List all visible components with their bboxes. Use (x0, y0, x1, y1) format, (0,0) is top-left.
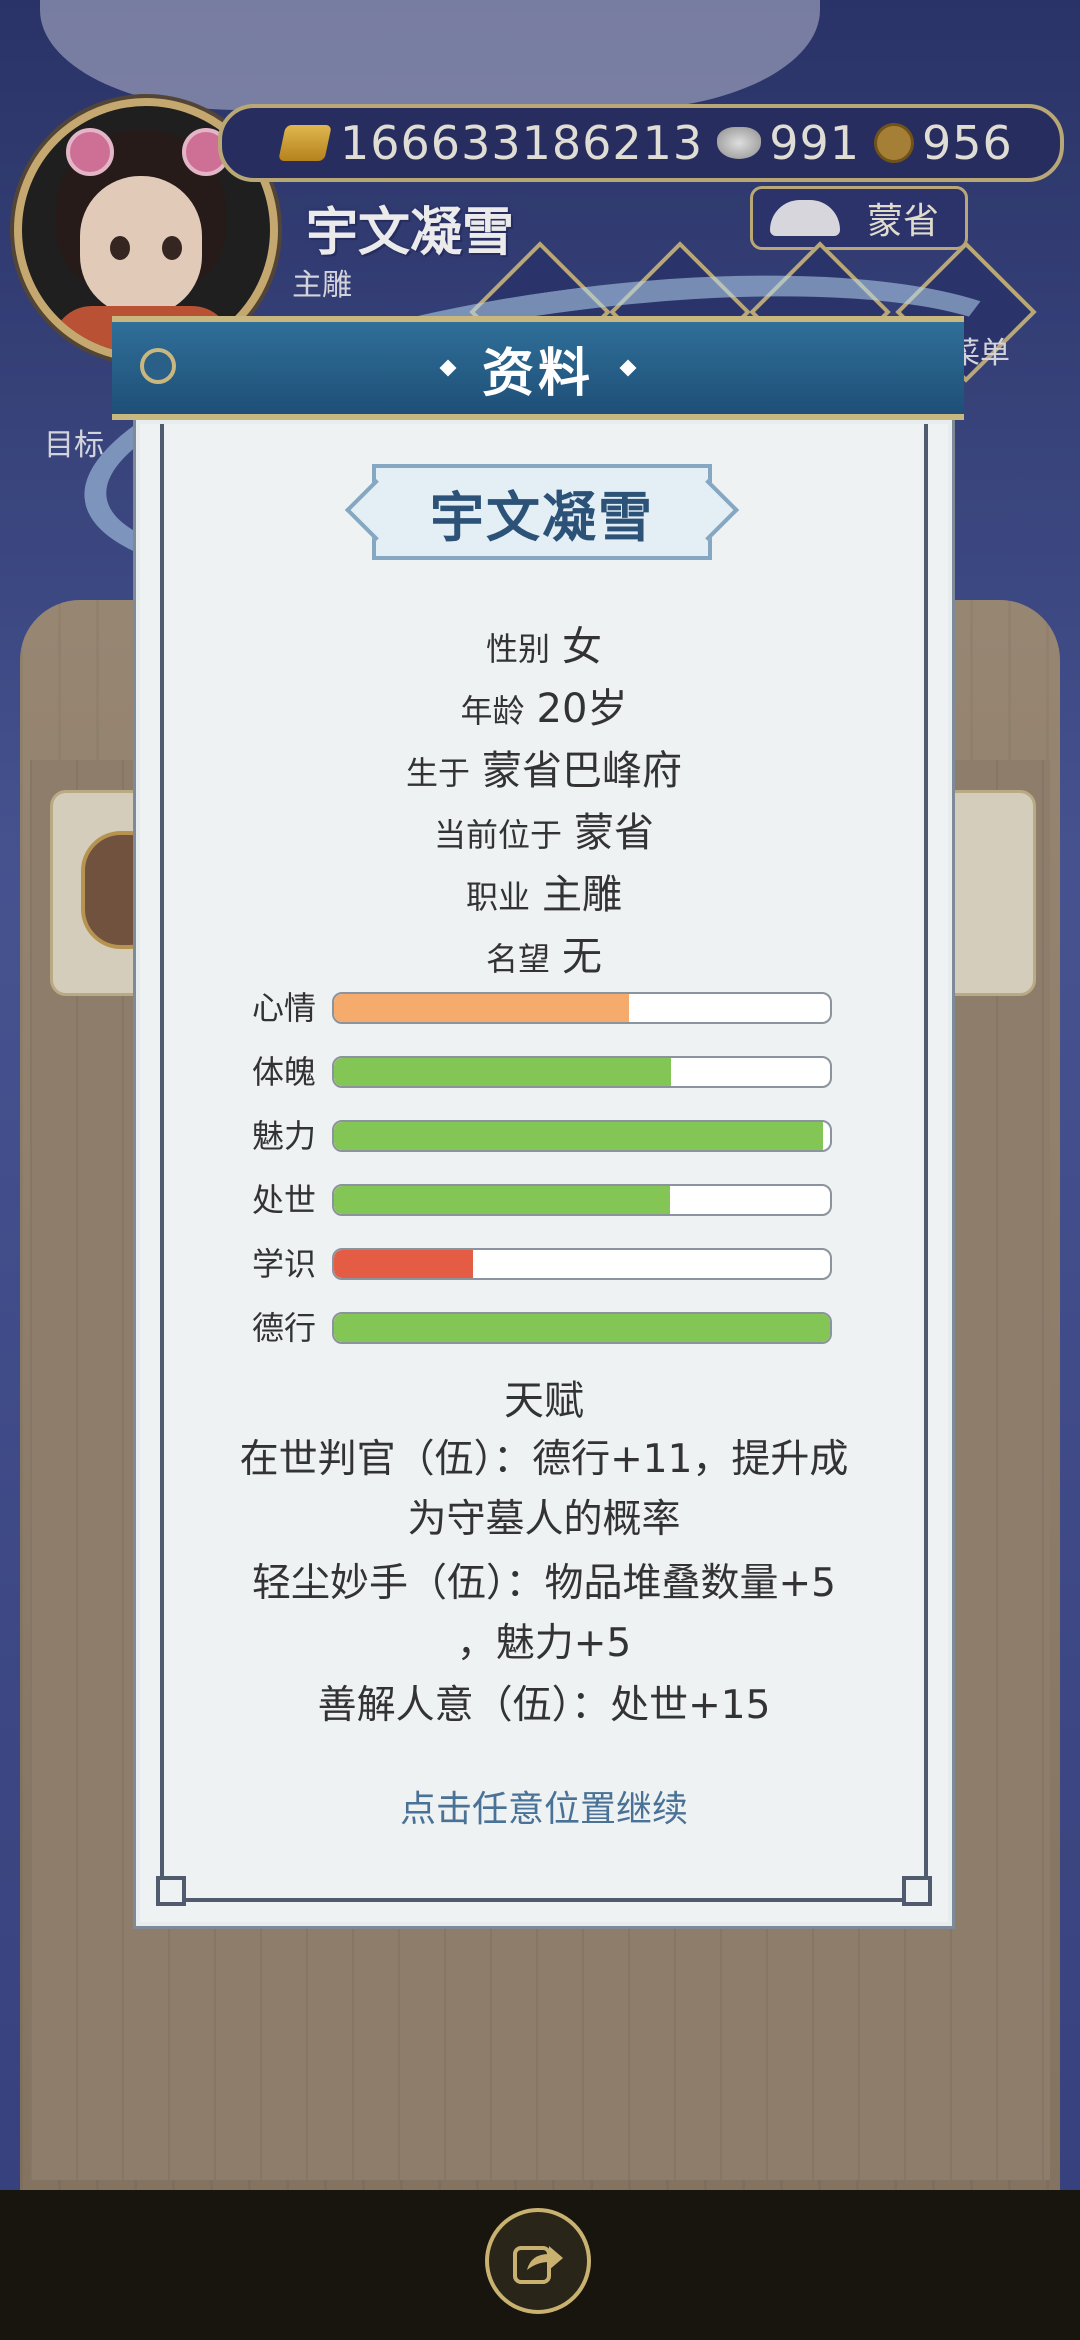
info-birthplace: 生于 蒙省巴峰府 (140, 738, 948, 796)
info-panel[interactable]: 宇文凝雪 性别女 年龄 20岁 生于 蒙省巴峰府 当前位于 蒙省 职业 主雕 名望无 心… (136, 420, 952, 1926)
info-gender: 性别女 (140, 614, 948, 672)
stat-label: 德行 (252, 1309, 317, 1347)
stat-physique: 体魄 (140, 1052, 948, 1092)
info-value: 主雕 (542, 872, 622, 918)
stat-fill (334, 1250, 473, 1278)
stat-bar (332, 1120, 832, 1152)
share-icon (513, 2246, 563, 2284)
stat-bar (332, 1056, 832, 1088)
talent-line: 善解人意（伍）：处世+15 (317, 1683, 771, 1728)
info-key: 性别 (485, 630, 550, 668)
diamond-dot-icon (439, 359, 457, 377)
info-value: 20岁 (536, 686, 628, 732)
info-value: 蒙省巴峰府 (482, 748, 682, 794)
talent-line: 轻尘妙手（伍）：物品堆叠数量+5 (252, 1561, 836, 1606)
stat-fill (334, 1186, 670, 1214)
stat-fill (334, 1122, 823, 1150)
character-name: 宇文凝雪 (430, 485, 654, 549)
info-value: 无 (562, 934, 602, 980)
info-current-location: 当前位于 蒙省 (140, 800, 948, 858)
info-key: 当前位于 (433, 816, 562, 854)
info-profession: 职业 主雕 (140, 862, 948, 920)
stat-label: 心情 (252, 989, 317, 1027)
info-key: 职业 (465, 878, 530, 916)
panel-title: 资料 (481, 343, 594, 404)
character-name-plate: 宇文凝雪 (372, 464, 712, 560)
frame-corner (902, 1876, 932, 1906)
info-reputation: 名望无 (140, 924, 948, 982)
info-age: 年龄 20岁 (140, 676, 948, 734)
stat-mood: 心情 (140, 988, 948, 1028)
stat-bar (332, 992, 832, 1024)
stat-fill (334, 1314, 830, 1342)
continue-hint[interactable]: 点击任意位置继续 (140, 1780, 948, 1832)
talent-line: 为守墓人的概率 (407, 1497, 681, 1542)
stat-bar (332, 1312, 832, 1344)
talent-line: ，魅力+5 (456, 1621, 632, 1666)
info-key: 年龄 (460, 692, 525, 730)
stat-fill (334, 1058, 672, 1086)
header-pin-icon (140, 348, 176, 384)
stat-virtue: 德行 (140, 1308, 948, 1348)
share-button[interactable] (485, 2208, 591, 2314)
info-key: 名望 (485, 940, 550, 978)
info-value: 女 (562, 624, 602, 670)
stat-label: 体魄 (252, 1053, 317, 1091)
info-key: 生于 (405, 754, 470, 792)
stat-knowledge: 学识 (140, 1244, 948, 1284)
stat-social: 处世 (140, 1180, 948, 1220)
stat-label: 学识 (252, 1245, 317, 1283)
talent-line: 在世判官（伍）：德行+11，提升成 (239, 1437, 849, 1482)
frame-corner (156, 1876, 186, 1906)
stat-fill (334, 994, 630, 1022)
stat-bar (332, 1184, 832, 1216)
talent-title: 天赋 (504, 1378, 584, 1424)
info-value: 蒙省 (574, 810, 654, 856)
stat-charm: 魅力 (140, 1116, 948, 1156)
stat-label: 魅力 (252, 1117, 317, 1155)
panel-header: 资料 (112, 316, 964, 420)
stat-label: 处世 (252, 1181, 317, 1219)
stat-bar (332, 1248, 832, 1280)
diamond-dot-icon (619, 359, 637, 377)
